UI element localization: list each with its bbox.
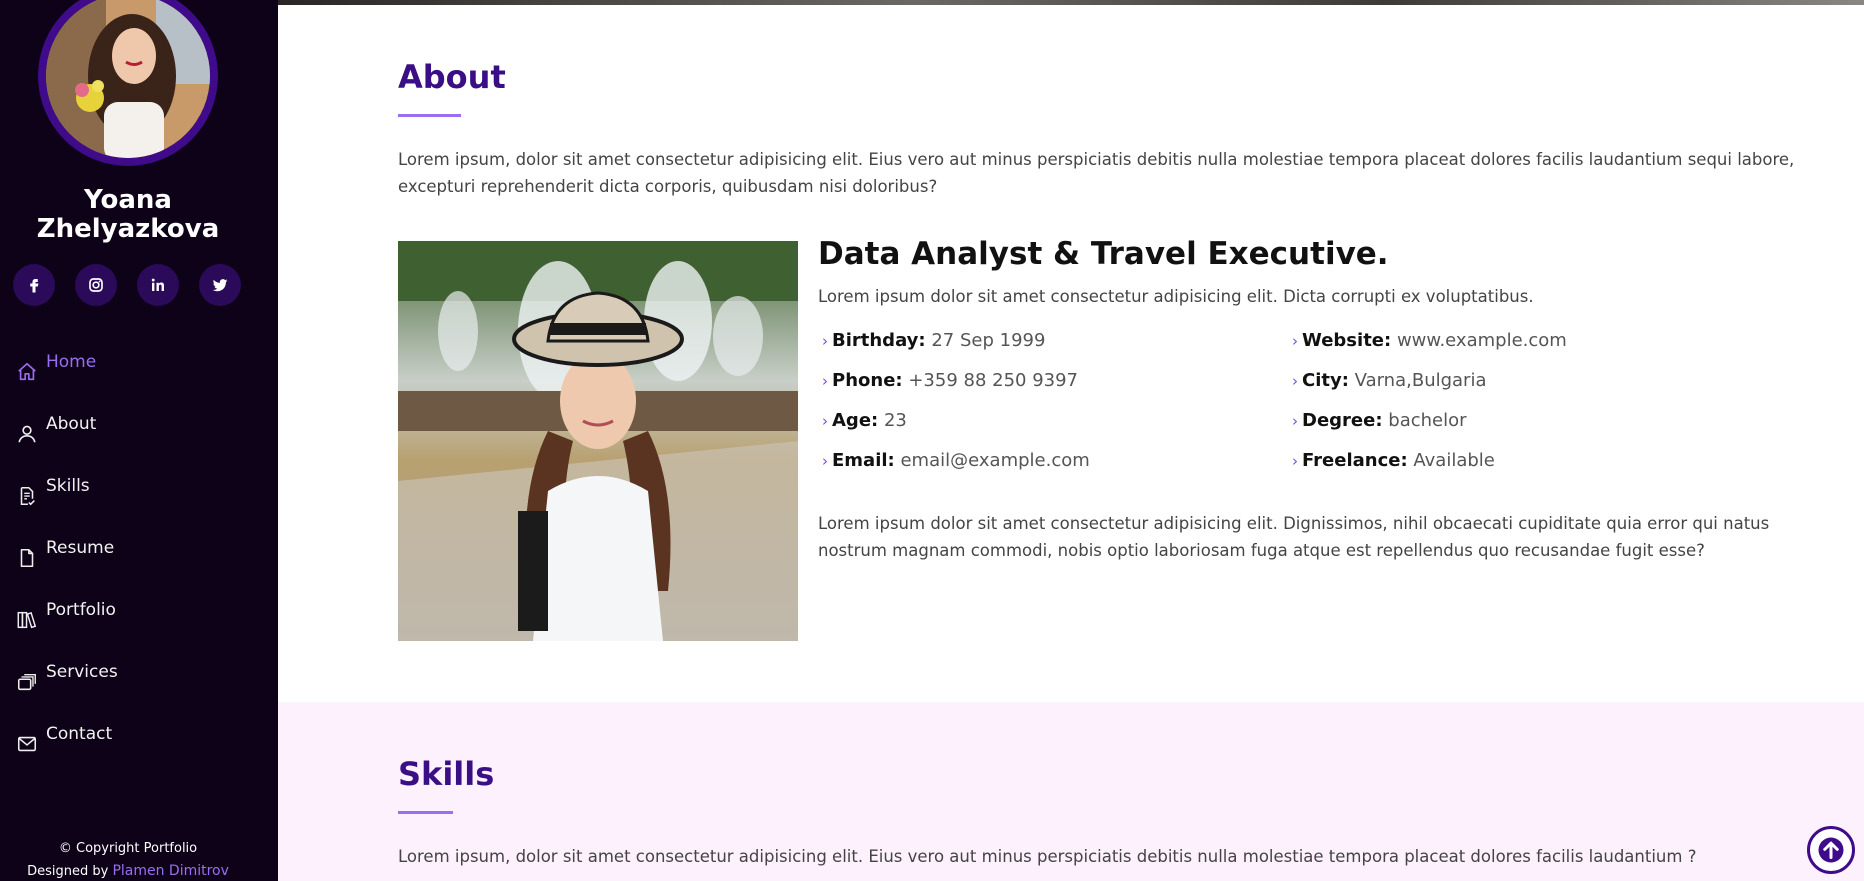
fact-birthday: › Birthday: 27 Sep 1999: [822, 330, 1045, 351]
instagram-icon: [89, 278, 103, 292]
fact-email: › Email: email@example.com: [822, 450, 1090, 471]
home-icon: [18, 362, 36, 381]
skills-intro: Lorem ipsum, dolor sit amet consectetur …: [398, 847, 1697, 866]
about-closing-line-2: nostrum magnam commodi, nobis optio labo…: [818, 541, 1705, 560]
designer-credit: Designed by Plamen Dimitrov: [0, 863, 256, 879]
twitter-link[interactable]: [199, 264, 241, 306]
instagram-link[interactable]: [75, 264, 117, 306]
file-icon: [20, 548, 34, 568]
fact-value: email@example.com: [900, 450, 1090, 471]
social-links: [13, 264, 241, 306]
chevron-right-icon: ›: [1292, 412, 1298, 430]
fact-label: Email:: [832, 450, 895, 471]
back-to-top-button[interactable]: [1807, 826, 1855, 874]
fact-label: Degree:: [1302, 410, 1383, 431]
fact-freelance: › Freelance: Available: [1292, 450, 1495, 471]
twitter-icon: [212, 279, 228, 292]
nav-item-services[interactable]: Services: [16, 651, 266, 713]
profile-name: Yoana Zhelyazkova: [36, 185, 220, 244]
fact-label: Freelance:: [1302, 450, 1408, 471]
about-title: About: [398, 58, 506, 96]
file-check-icon: [20, 486, 35, 506]
fact-value: 23: [883, 410, 907, 431]
fact-value: 27 Sep 1999: [931, 330, 1046, 351]
designed-by-text: Designed by: [27, 864, 109, 879]
nav-item-label: Portfolio: [46, 600, 116, 620]
chevron-right-icon: ›: [822, 332, 828, 350]
nav-item-skills[interactable]: Skills: [16, 465, 266, 527]
linkedin-icon: [151, 278, 164, 291]
facebook-link[interactable]: [13, 264, 55, 306]
fact-value: Available: [1413, 450, 1495, 471]
fact-degree: › Degree: bachelor: [1292, 410, 1467, 431]
fact-phone: › Phone: +359 88 250 9397: [822, 370, 1078, 391]
nav-item-contact[interactable]: Contact: [16, 713, 266, 775]
about-subtitle: Lorem ipsum dolor sit amet consectetur a…: [818, 287, 1534, 306]
envelope-icon: [17, 736, 37, 752]
nav-item-label: About: [46, 414, 97, 434]
fact-label: Birthday:: [832, 330, 926, 351]
chevron-right-icon: ›: [1292, 332, 1298, 350]
designer-link[interactable]: Plamen Dimitrov: [112, 863, 228, 879]
skills-title-underline: [398, 811, 453, 814]
fact-label: Phone:: [832, 370, 903, 391]
fact-value: bachelor: [1388, 410, 1467, 431]
profile-photo: [398, 241, 798, 641]
hero-image-edge: [278, 0, 1864, 5]
chevron-right-icon: ›: [822, 412, 828, 430]
about-headline: Data Analyst & Travel Executive.: [818, 236, 1389, 272]
nav-item-label: Resume: [46, 538, 115, 558]
nav-item-label: Skills: [46, 476, 90, 496]
about-intro-line-2: excepturi reprehenderit dicta corporis, …: [398, 177, 938, 196]
fact-age: › Age: 23: [822, 410, 907, 431]
profile-avatar: [38, 0, 218, 166]
about-intro-line-1: Lorem ipsum, dolor sit amet consectetur …: [398, 150, 1795, 169]
nav-item-resume[interactable]: Resume: [16, 527, 266, 589]
fact-label: City:: [1302, 370, 1349, 391]
nav-item-portfolio[interactable]: Portfolio: [16, 589, 266, 651]
chevron-right-icon: ›: [1292, 372, 1298, 390]
fact-value: Varna,Bulgaria: [1354, 370, 1487, 391]
about-title-underline: [398, 114, 461, 117]
books-icon: [17, 611, 37, 629]
copyright-text: © Copyright Portfolio: [58, 841, 198, 856]
fact-label: Website:: [1302, 330, 1392, 351]
sidebar-nav: Home About Skills Resume Portfolio Servi…: [16, 341, 266, 775]
chevron-right-icon: ›: [822, 452, 828, 470]
chevron-right-icon: ›: [1292, 452, 1298, 470]
linkedin-link[interactable]: [137, 264, 179, 306]
nav-item-home[interactable]: Home: [16, 341, 266, 403]
fact-value: +359 88 250 9397: [908, 370, 1079, 391]
nav-item-label: Contact: [46, 724, 113, 744]
fact-value: www.example.com: [1396, 330, 1567, 351]
nav-item-about[interactable]: About: [16, 403, 266, 465]
stack-icon: [17, 673, 36, 691]
nav-item-label: Home: [46, 352, 97, 372]
facebook-icon: [30, 279, 39, 293]
arrow-up-icon: [1818, 837, 1844, 863]
sidebar: Yoana Zhelyazkova Home About Skills Resu…: [0, 0, 278, 881]
about-closing-line-1: Lorem ipsum dolor sit amet consectetur a…: [818, 514, 1770, 533]
fact-label: Age:: [832, 410, 879, 431]
user-icon: [18, 425, 36, 443]
fact-city: › City: Varna,Bulgaria: [1292, 370, 1487, 391]
nav-item-label: Services: [46, 662, 118, 682]
chevron-right-icon: ›: [822, 372, 828, 390]
fact-website: › Website: www.example.com: [1292, 330, 1567, 351]
skills-title: Skills: [398, 755, 495, 793]
